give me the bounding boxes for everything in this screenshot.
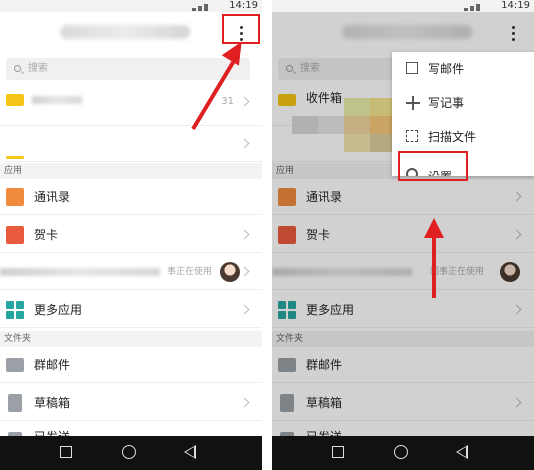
contacts-row[interactable]: 通讯录 [0,179,262,215]
folder-icon [6,156,24,159]
scan-icon [406,130,418,142]
search-input[interactable]: 搜索 [6,58,250,80]
chevron-right-icon [239,266,250,277]
more-button-highlight [222,14,260,44]
cards-row[interactable]: 贺卡 [0,217,262,253]
group-mail-row[interactable]: 群邮件 [0,347,262,383]
android-nav-bar [0,436,262,470]
signal-icon [464,2,494,11]
menu-scan-label: 扫描文件 [428,130,477,144]
shared-row[interactable]: 事正在使用 [0,254,262,290]
recent-apps-icon[interactable] [332,446,344,458]
chevron-right-icon [239,138,250,149]
search-placeholder: 搜索 [28,63,48,74]
shared-blurred [0,268,160,276]
compose-icon [406,62,418,74]
chevron-right-icon [239,229,250,240]
android-nav-bar [272,436,534,470]
pointer-arrow-head [424,218,444,238]
shared-note: 事正在使用 [166,267,212,277]
pointer-arrow-line [432,238,436,298]
back-icon[interactable] [456,445,468,459]
folder-icon [6,358,24,372]
contacts-label: 通讯录 [34,190,71,204]
more-apps-label: 更多应用 [34,303,83,317]
inbox-row[interactable]: 31 [0,90,262,126]
search-icon [14,65,21,72]
menu-note-label: 写记事 [428,96,465,110]
home-icon[interactable] [122,445,136,459]
settings-highlight [398,151,468,181]
account-name-blurred [60,25,190,39]
left-screenshot: 14:19 搜索 31 应用 通讯录 贺卡 事正在使用 更多应用 文件夹 群邮件… [0,0,262,470]
list-item-hidden[interactable] [0,126,262,162]
contacts-icon [6,188,24,206]
signal-icon [192,2,222,11]
chevron-right-icon [239,397,250,408]
status-time: 14:19 [229,0,258,11]
back-icon[interactable] [184,445,196,459]
drafts-row[interactable]: 草稿箱 [0,385,262,421]
menu-note[interactable]: 写记事 [392,86,534,120]
status-bar: 14:19 [0,0,262,12]
card-icon [6,226,24,244]
section-apps: 应用 [0,163,262,179]
menu-compose[interactable]: 写邮件 [392,52,534,86]
draft-icon [8,394,22,412]
inbox-label-blurred [32,96,82,104]
status-time: 14:19 [501,0,530,11]
cards-label: 贺卡 [34,228,59,242]
avatar [220,262,240,282]
menu-scan[interactable]: 扫描文件 [392,120,534,154]
plus-icon [406,96,420,110]
more-apps-row[interactable]: 更多应用 [0,292,262,328]
panel-gap [262,0,272,470]
menu-compose-label: 写邮件 [428,62,465,76]
group-mail-label: 群邮件 [34,358,71,372]
status-bar: 14:19 [272,0,534,12]
home-icon[interactable] [394,445,408,459]
chevron-right-icon [239,96,250,107]
drafts-label: 草稿箱 [34,396,71,410]
chevron-right-icon [239,304,250,315]
inbox-count: 31 [221,96,234,107]
right-screenshot: 14:19 搜索 收件箱 应用 通讯录 贺卡 同事正在使用 更多应用 文件夹 群… [272,0,534,470]
section-folders: 文件夹 [0,331,262,347]
recent-apps-icon[interactable] [60,446,72,458]
inbox-icon [6,94,24,106]
apps-grid-icon [6,301,24,319]
